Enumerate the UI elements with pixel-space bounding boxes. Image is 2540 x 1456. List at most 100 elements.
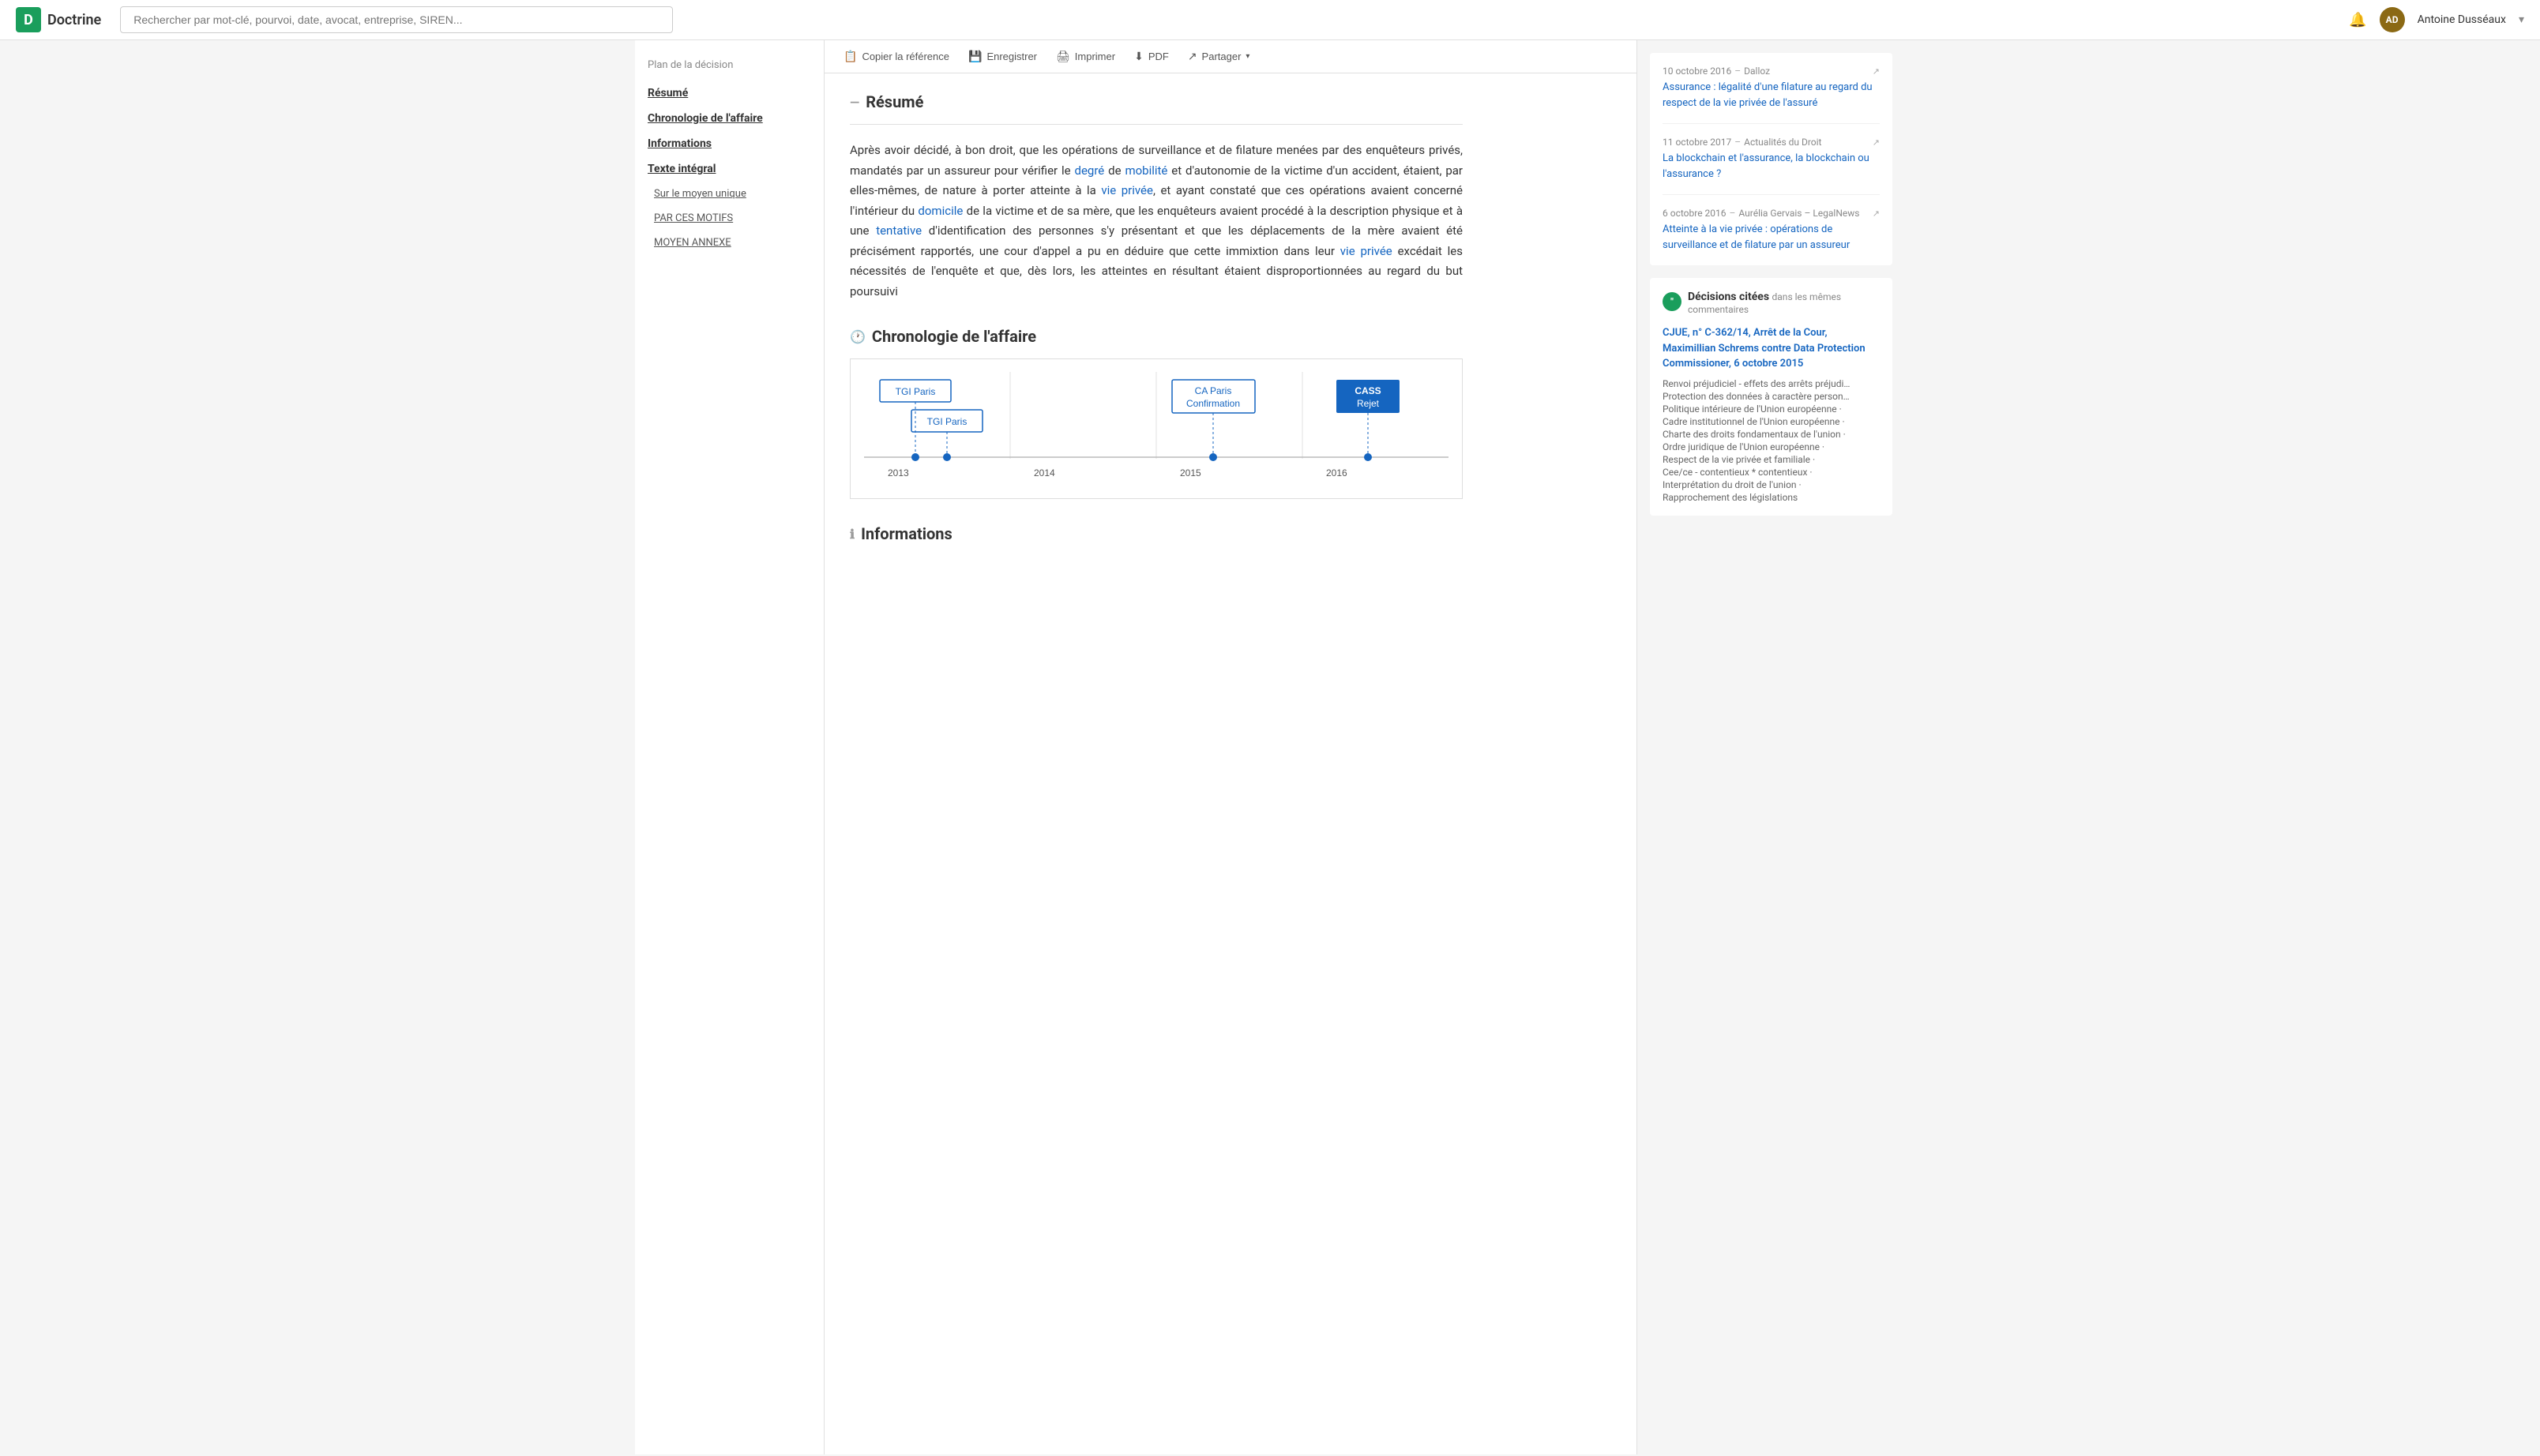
- page-layout: Plan de la décision Résumé Chronologie d…: [635, 40, 1905, 1454]
- article-1-source: Dalloz: [1744, 66, 1873, 77]
- informations-section: ℹ Informations: [850, 524, 1463, 543]
- share-icon: ↗: [1188, 50, 1197, 63]
- svg-text:2016: 2016: [1326, 467, 1347, 478]
- link-vie-privee-2[interactable]: vie privée: [1340, 244, 1392, 258]
- save-label: Enregistrer: [986, 51, 1037, 62]
- pdf-button[interactable]: ⬇ PDF: [1134, 50, 1169, 63]
- link-degre[interactable]: degré: [1075, 163, 1105, 178]
- external-link-icon-1[interactable]: ↗: [1873, 66, 1880, 77]
- link-mobilite[interactable]: mobilité: [1125, 163, 1167, 178]
- article-1-link[interactable]: Assurance : légalité d'une filature au r…: [1663, 81, 1873, 109]
- article-1-meta: 10 octobre 2016 – Dalloz ↗: [1663, 66, 1880, 77]
- article-2-source: Actualités du Droit: [1744, 137, 1873, 148]
- decisions-icon: ": [1663, 292, 1681, 311]
- share-chevron: ▾: [1246, 52, 1249, 61]
- print-label: Imprimer: [1075, 51, 1115, 62]
- sidebar-item-resume[interactable]: Résumé: [635, 81, 824, 106]
- header: D Doctrine 🔔 AD Antoine Dusséaux ▾: [0, 0, 2540, 40]
- informations-title: ℹ Informations: [850, 524, 1463, 543]
- sidebar: Plan de la décision Résumé Chronologie d…: [635, 40, 825, 1454]
- copy-icon: 📋: [844, 50, 857, 63]
- article-2-date: 11 octobre 2017: [1663, 137, 1731, 148]
- save-button[interactable]: 💾 Enregistrer: [968, 50, 1037, 63]
- decisions-header: " Décisions citées dans les mêmes commen…: [1663, 291, 1880, 316]
- svg-text:2015: 2015: [1180, 467, 1201, 478]
- header-right: 🔔 AD Antoine Dusséaux ▾: [2349, 7, 2524, 32]
- pdf-icon: ⬇: [1134, 50, 1144, 63]
- user-name: Antoine Dusséaux: [2418, 13, 2506, 26]
- article-2-meta: 11 octobre 2017 – Actualités du Droit ↗: [1663, 137, 1880, 148]
- print-button[interactable]: 🖨 Imprimer: [1056, 50, 1115, 63]
- timeline-svg: TGI Paris TGI Paris CA Paris C: [863, 372, 1449, 482]
- link-tentative[interactable]: tentative: [876, 223, 922, 238]
- sidebar-item-par-ces-motifs[interactable]: PAR CES MOTIFS: [635, 206, 824, 231]
- link-vie-privee-1[interactable]: vie privée: [1101, 183, 1153, 197]
- share-button[interactable]: ↗ Partager ▾: [1188, 50, 1250, 63]
- article-2-link[interactable]: La blockchain et l'assurance, la blockch…: [1663, 152, 1869, 180]
- sidebar-item-chronologie[interactable]: Chronologie de l'affaire: [635, 106, 824, 131]
- chevron-down-icon[interactable]: ▾: [2519, 13, 2524, 26]
- pdf-label: PDF: [1148, 51, 1169, 62]
- bell-icon[interactable]: 🔔: [2349, 12, 2366, 28]
- tag-1: Renvoi préjudiciel - effets des arrêts p…: [1663, 378, 1880, 389]
- decisions-section: " Décisions citées dans les mêmes commen…: [1650, 278, 1892, 516]
- tag-6: Ordre juridique de l'Union européenne ·: [1663, 441, 1880, 452]
- svg-text:2013: 2013: [888, 467, 909, 478]
- decisions-title: Décisions citées: [1688, 291, 1769, 303]
- article-3-source: Aurélia Gervais – LegalNews: [1738, 208, 1872, 219]
- svg-text:CA Paris: CA Paris: [1195, 385, 1232, 396]
- share-label: Partager: [1202, 51, 1242, 62]
- svg-text:CASS: CASS: [1355, 385, 1381, 396]
- resume-title: — Résumé: [850, 92, 1463, 111]
- avatar: AD: [2380, 7, 2405, 32]
- svg-text:Rejet: Rejet: [1357, 398, 1380, 409]
- tag-10: Rapprochement des législations: [1663, 492, 1880, 503]
- article-3-link[interactable]: Atteinte à la vie privée : opérations de…: [1663, 223, 1850, 251]
- resume-section: — Résumé Après avoir décidé, à bon droit…: [850, 92, 1463, 302]
- search-input[interactable]: [120, 6, 673, 33]
- copy-reference-button[interactable]: 📋 Copier la référence: [844, 50, 949, 63]
- tag-5: Charte des droits fondamentaux de l'unio…: [1663, 429, 1880, 440]
- resume-text: Après avoir décidé, à bon droit, que les…: [850, 141, 1463, 302]
- chronologie-section: 🕐 Chronologie de l'affaire TGI Paris: [850, 327, 1463, 499]
- svg-text:2014: 2014: [1034, 467, 1055, 478]
- svg-text:TGI Paris: TGI Paris: [927, 416, 968, 427]
- content-area: — Résumé Après avoir décidé, à bon droit…: [825, 73, 1488, 587]
- logo-text: Doctrine: [47, 12, 101, 28]
- sidebar-title: Plan de la décision: [635, 53, 824, 81]
- sidebar-item-moyen-annexe[interactable]: MOYEN ANNEXE: [635, 231, 824, 255]
- logo-area: D Doctrine: [16, 7, 101, 32]
- info-icon: ℹ: [850, 527, 855, 542]
- tag-9: Interprétation du droit de l'union ·: [1663, 479, 1880, 490]
- article-3-meta: 6 octobre 2016 – Aurélia Gervais – Legal…: [1663, 208, 1880, 219]
- print-icon: 🖨: [1056, 50, 1070, 63]
- sidebar-item-moyen[interactable]: Sur le moyen unique: [635, 182, 824, 206]
- external-link-icon-2[interactable]: ↗: [1873, 137, 1880, 148]
- sidebar-item-texte[interactable]: Texte intégral: [635, 156, 824, 182]
- toolbar: 📋 Copier la référence 💾 Enregistrer 🖨 Im…: [825, 40, 1636, 73]
- decision-tags: Renvoi préjudiciel - effets des arrêts p…: [1663, 378, 1880, 503]
- clock-icon: 🕐: [850, 329, 866, 344]
- svg-text:TGI Paris: TGI Paris: [896, 386, 936, 397]
- tag-2: Protection des données à caractère perso…: [1663, 391, 1880, 402]
- link-domicile[interactable]: domicile: [918, 204, 963, 218]
- tag-3: Politique intérieure de l'Union européen…: [1663, 403, 1880, 415]
- tag-4: Cadre institutionnel de l'Union européen…: [1663, 416, 1880, 427]
- chronologie-title: 🕐 Chronologie de l'affaire: [850, 327, 1463, 346]
- logo-icon: D: [16, 7, 41, 32]
- tag-7: Respect de la vie privée et familiale ·: [1663, 454, 1880, 465]
- sidebar-item-informations[interactable]: Informations: [635, 131, 824, 156]
- article-3-date: 6 octobre 2016: [1663, 208, 1727, 219]
- svg-text:Confirmation: Confirmation: [1186, 398, 1240, 409]
- external-link-icon-3[interactable]: ↗: [1873, 208, 1880, 219]
- article-1: 10 octobre 2016 – Dalloz ↗ Assurance : l…: [1663, 66, 1880, 124]
- copy-label: Copier la référence: [862, 51, 949, 62]
- decision-main-link[interactable]: CJUE, n° C-362/14, Arrêt de la Cour, Max…: [1663, 325, 1880, 372]
- article-2: 11 octobre 2017 – Actualités du Droit ↗ …: [1663, 137, 1880, 195]
- right-sidebar: 10 octobre 2016 – Dalloz ↗ Assurance : l…: [1636, 40, 1905, 1454]
- timeline-container: TGI Paris TGI Paris CA Paris C: [850, 358, 1463, 499]
- article-1-date: 10 octobre 2016: [1663, 66, 1731, 77]
- articles-section: 10 octobre 2016 – Dalloz ↗ Assurance : l…: [1650, 53, 1892, 265]
- decisions-header-text: Décisions citées dans les mêmes commenta…: [1688, 291, 1880, 316]
- resume-icon: —: [850, 95, 859, 110]
